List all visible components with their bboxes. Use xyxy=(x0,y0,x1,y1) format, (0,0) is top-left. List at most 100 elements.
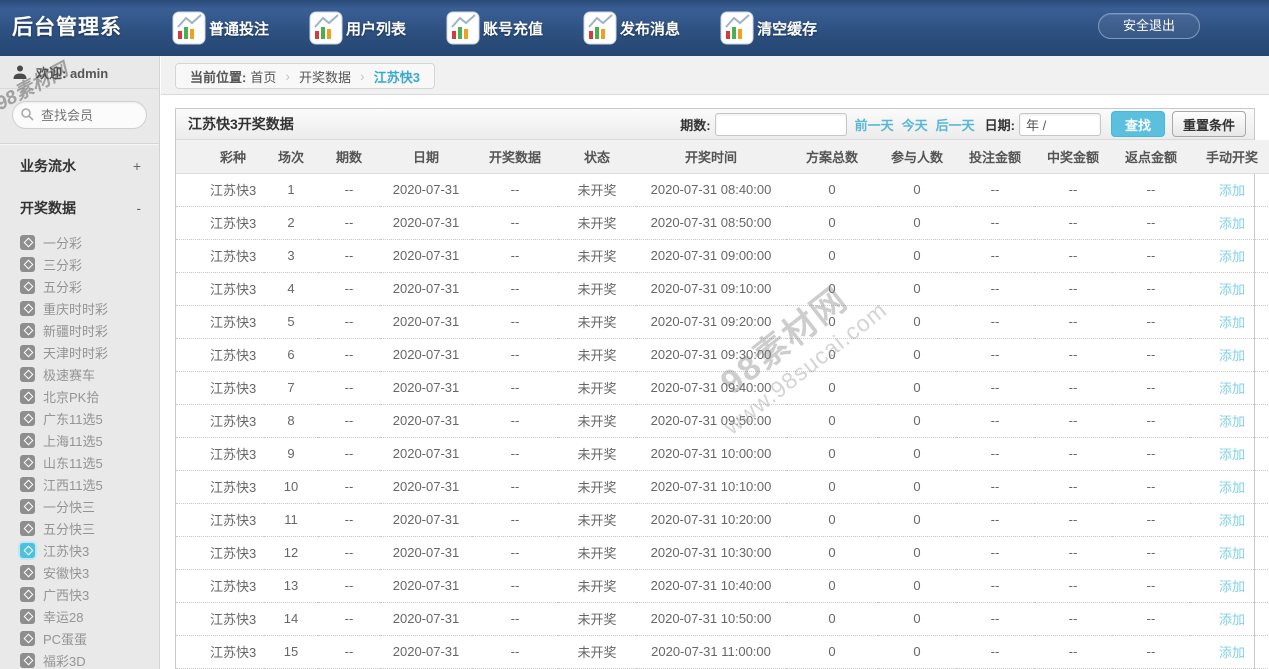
table-cell: -- xyxy=(1034,602,1112,635)
sidebar-item-重庆时时彩[interactable]: 重庆时时彩 xyxy=(20,297,159,319)
sidebar-item-极速赛车[interactable]: 极速赛车 xyxy=(20,363,159,385)
table-cell: 添加 xyxy=(1190,569,1269,602)
logout-button[interactable]: 安全退出 xyxy=(1098,13,1200,39)
issue-input[interactable] xyxy=(715,113,847,136)
table-cell: 0 xyxy=(786,272,878,305)
nav-item-label: 用户列表 xyxy=(346,18,406,39)
table-cell: 15 xyxy=(264,635,318,668)
table-cell: -- xyxy=(956,635,1034,668)
sidebar-item-江苏快3[interactable]: 江苏快3 xyxy=(20,539,159,561)
sidebar-item-上海11选5[interactable]: 上海11选5 xyxy=(20,429,159,451)
table-row: 江苏快310--2020-07-31--未开奖2020-07-31 10:10:… xyxy=(176,470,1269,503)
table-cell: 2020-07-31 10:50:00 xyxy=(636,602,786,635)
sidebar-item-北京PK拾[interactable]: 北京PK拾 xyxy=(20,385,159,407)
table-cell: 未开奖 xyxy=(558,305,636,338)
add-link[interactable]: 添加 xyxy=(1219,414,1245,429)
add-link[interactable]: 添加 xyxy=(1219,480,1245,495)
table-cell: 0 xyxy=(878,503,956,536)
sidebar-item-三分彩[interactable]: 三分彩 xyxy=(20,253,159,275)
table-cell: -- xyxy=(956,569,1034,602)
table-cell: 0 xyxy=(878,635,956,668)
table-cell: 添加 xyxy=(1190,470,1269,503)
table-cell: 2020-07-31 xyxy=(380,305,472,338)
table-cell: -- xyxy=(1112,536,1190,569)
nav-item-label: 清空缓存 xyxy=(757,18,817,39)
column-header: 场次 xyxy=(264,140,318,173)
table-cell: 0 xyxy=(786,602,878,635)
table-row: 江苏快35--2020-07-31--未开奖2020-07-31 09:20:0… xyxy=(176,305,1269,338)
add-link[interactable]: 添加 xyxy=(1219,348,1245,363)
add-link[interactable]: 添加 xyxy=(1219,579,1245,594)
breadcrumb-current[interactable]: 江苏快3 xyxy=(374,67,420,86)
search-button[interactable]: 查找 xyxy=(1111,111,1165,137)
chart-icon xyxy=(583,11,617,45)
app-header: 后台管理系 普通投注用户列表账号充值发布消息清空缓存 安全退出 xyxy=(0,0,1269,56)
table-cell: 未开奖 xyxy=(558,470,636,503)
nav-item-4[interactable]: 发布消息 xyxy=(573,0,710,56)
add-link[interactable]: 添加 xyxy=(1219,282,1245,297)
table-cell: 江苏快3 xyxy=(176,536,264,569)
add-link[interactable]: 添加 xyxy=(1219,612,1245,627)
sidebar-item-一分彩[interactable]: 一分彩 xyxy=(20,231,159,253)
sidebar-item-广西快3[interactable]: 广西快3 xyxy=(20,583,159,605)
sidebar-item-一分快三[interactable]: 一分快三 xyxy=(20,495,159,517)
table-cell: 2 xyxy=(264,206,318,239)
table-cell: 2020-07-31 xyxy=(380,503,472,536)
sidebar-item-广东11选5[interactable]: 广东11选5 xyxy=(20,407,159,429)
add-link[interactable]: 添加 xyxy=(1219,315,1245,330)
add-link[interactable]: 添加 xyxy=(1219,546,1245,561)
table-cell: -- xyxy=(318,371,380,404)
table-cell: -- xyxy=(318,338,380,371)
add-link[interactable]: 添加 xyxy=(1219,645,1245,660)
add-link[interactable]: 添加 xyxy=(1219,249,1245,264)
sidebar-item-label: 五分彩 xyxy=(43,277,82,296)
prev-day-link[interactable]: 前一天 xyxy=(855,115,894,134)
table-cell: 未开奖 xyxy=(558,569,636,602)
date-input[interactable] xyxy=(1019,113,1101,136)
sidebar-item-label: 幸运28 xyxy=(43,607,83,626)
sidebar-section-business[interactable]: 业务流水 + xyxy=(0,145,159,187)
sidebar-item-天津时时彩[interactable]: 天津时时彩 xyxy=(20,341,159,363)
add-link[interactable]: 添加 xyxy=(1219,183,1245,198)
sidebar-item-五分快三[interactable]: 五分快三 xyxy=(20,517,159,539)
add-link[interactable]: 添加 xyxy=(1219,381,1245,396)
nav-item-3[interactable]: 账号充值 xyxy=(436,0,573,56)
sidebar-item-幸运28[interactable]: 幸运28 xyxy=(20,605,159,627)
sidebar-item-安徽快3[interactable]: 安徽快3 xyxy=(20,561,159,583)
sidebar-item-福彩3D[interactable]: 福彩3D xyxy=(20,649,159,669)
table-cell: -- xyxy=(1034,173,1112,206)
sidebar-item-江西11选5[interactable]: 江西11选5 xyxy=(20,473,159,495)
table-cell: 6 xyxy=(264,338,318,371)
column-header: 方案总数 xyxy=(786,140,878,173)
add-link[interactable]: 添加 xyxy=(1219,513,1245,528)
sidebar-item-山东11选5[interactable]: 山东11选5 xyxy=(20,451,159,473)
nav-item-1[interactable]: 普通投注 xyxy=(162,0,299,56)
nav-item-5[interactable]: 清空缓存 xyxy=(710,0,847,56)
sidebar: 欢迎: admin 业务流水 + 开奖数据 - 一分彩三分彩五分彩重庆时时彩新疆… xyxy=(0,56,160,669)
sidebar-item-label: 安徽快3 xyxy=(43,563,89,582)
reset-button[interactable]: 重置条件 xyxy=(1172,111,1246,137)
sidebar-section-draw-data[interactable]: 开奖数据 - xyxy=(0,187,159,229)
table-cell: 0 xyxy=(786,338,878,371)
table-cell: 江苏快3 xyxy=(176,371,264,404)
sidebar-item-label: 广西快3 xyxy=(43,585,89,604)
table-cell: -- xyxy=(472,602,558,635)
add-link[interactable]: 添加 xyxy=(1219,447,1245,462)
sidebar-item-PC蛋蛋[interactable]: PC蛋蛋 xyxy=(20,627,159,649)
sidebar-item-新疆时时彩[interactable]: 新疆时时彩 xyxy=(20,319,159,341)
table-cell: 1 xyxy=(264,173,318,206)
breadcrumb-home[interactable]: 首页 xyxy=(250,67,276,86)
date-label: 日期: xyxy=(985,115,1015,134)
table-cell: -- xyxy=(318,404,380,437)
next-day-link[interactable]: 后一天 xyxy=(936,115,975,134)
table-cell: 2020-07-31 xyxy=(380,206,472,239)
sidebar-item-五分彩[interactable]: 五分彩 xyxy=(20,275,159,297)
plus-icon: + xyxy=(133,158,141,174)
breadcrumb-section[interactable]: 开奖数据 xyxy=(299,67,351,86)
today-link[interactable]: 今天 xyxy=(902,115,928,134)
table-cell: 2020-07-31 10:30:00 xyxy=(636,536,786,569)
nav-item-2[interactable]: 用户列表 xyxy=(299,0,436,56)
table-cell: 2020-07-31 10:20:00 xyxy=(636,503,786,536)
chart-icon xyxy=(446,11,480,45)
add-link[interactable]: 添加 xyxy=(1219,216,1245,231)
